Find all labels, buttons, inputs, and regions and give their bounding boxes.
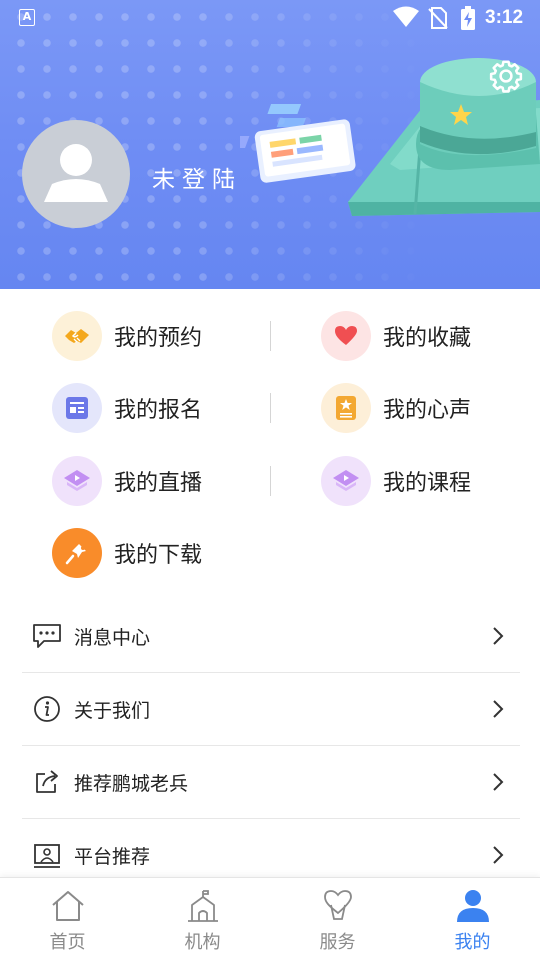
share-icon <box>32 767 62 797</box>
gear-icon[interactable] <box>488 58 524 94</box>
profile-header: A 3:12 未登陆 <box>0 0 540 289</box>
grid-label: 我的心声 <box>383 398 472 423</box>
grid-label: 我的预约 <box>114 326 203 351</box>
nav-tab-institutions[interactable]: 机构 <box>135 878 270 960</box>
note-star-icon <box>321 383 371 433</box>
nav-label: 首页 <box>49 932 86 953</box>
institution-icon <box>185 888 221 924</box>
nav-label: 机构 <box>184 932 221 953</box>
grid-item-live[interactable]: 我的直播 <box>52 453 202 509</box>
service-heart-icon <box>320 888 356 924</box>
grid-label: 我的课程 <box>383 471 472 496</box>
chevron-right-icon <box>493 627 504 645</box>
download-icon <box>52 528 102 578</box>
info-icon <box>32 694 62 724</box>
message-icon <box>32 621 62 651</box>
list-label: 消息中心 <box>74 626 151 649</box>
grid-item-courses[interactable]: 我的课程 <box>321 453 471 509</box>
divider <box>270 466 271 496</box>
grid-item-voice[interactable]: 我的心声 <box>321 380 471 436</box>
grid-item-registration[interactable]: 我的报名 <box>52 380 202 436</box>
nav-tab-profile[interactable]: 我的 <box>405 878 540 960</box>
grid-item-appointments[interactable]: 我的预约 <box>52 308 202 364</box>
bottom-navigation: 首页 机构 服务 我的 <box>0 877 540 960</box>
avatar[interactable] <box>22 120 130 228</box>
list-label: 推荐鹏城老兵 <box>74 772 189 795</box>
status-bar: A 3:12 <box>0 0 540 36</box>
divider <box>270 321 271 351</box>
grid-label: 我的下载 <box>114 543 203 568</box>
nav-tab-home[interactable]: 首页 <box>0 878 135 960</box>
course-play-icon <box>321 456 371 506</box>
list-item-message-center[interactable]: 消息中心 <box>22 600 520 673</box>
list-label: 关于我们 <box>74 699 151 722</box>
chevron-right-icon <box>493 846 504 864</box>
chevron-right-icon <box>493 773 504 791</box>
divider <box>270 393 271 423</box>
grid-item-downloads[interactable]: 我的下载 <box>52 525 202 581</box>
home-icon <box>50 888 86 924</box>
wifi-icon <box>393 6 419 27</box>
platform-icon <box>32 841 62 871</box>
login-status-text[interactable]: 未登陆 <box>152 160 242 194</box>
nav-tab-services[interactable]: 服务 <box>270 878 405 960</box>
list-label: 平台推荐 <box>74 846 151 868</box>
nav-label: 我的 <box>454 932 491 953</box>
grid-label: 我的收藏 <box>383 326 472 351</box>
keyboard-indicator: A <box>19 9 35 26</box>
user-avatar-icon <box>44 144 108 202</box>
grid-item-favorites[interactable]: 我的收藏 <box>321 308 471 364</box>
profile-icon <box>455 888 491 924</box>
form-icon <box>52 383 102 433</box>
list-item-recommend-app[interactable]: 推荐鹏城老兵 <box>22 746 520 819</box>
grid-label: 我的直播 <box>114 471 203 496</box>
status-time: 3:12 <box>485 7 524 28</box>
settings-list: 消息中心 关于我们 推荐鹏城老兵 平台推荐 <box>22 600 520 892</box>
heart-icon <box>321 311 371 361</box>
nav-label: 服务 <box>319 932 356 953</box>
list-item-about-us[interactable]: 关于我们 <box>22 673 520 746</box>
battery-charging-icon <box>461 6 475 30</box>
grid-label: 我的报名 <box>114 398 203 423</box>
no-sim-icon <box>428 7 448 29</box>
chevron-right-icon <box>493 700 504 718</box>
handshake-icon <box>52 311 102 361</box>
live-play-icon <box>52 456 102 506</box>
